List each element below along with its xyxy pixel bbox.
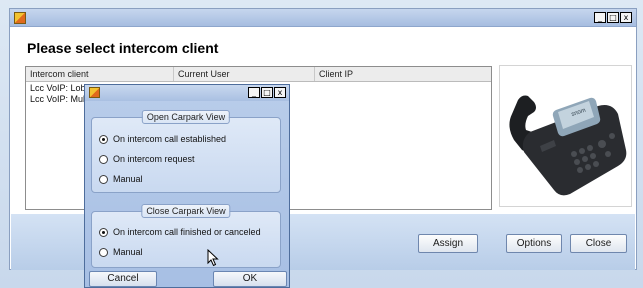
column-header-client-ip[interactable]: Client IP	[315, 67, 491, 81]
minimize-button[interactable]: _	[594, 12, 606, 23]
radio-label: On intercom call finished or canceled	[113, 227, 261, 237]
radio-open-manual[interactable]: Manual	[99, 174, 143, 184]
radio-label: Manual	[113, 174, 143, 184]
assign-button[interactable]: Assign	[418, 234, 478, 253]
column-header-intercom-client[interactable]: Intercom client	[26, 67, 174, 81]
main-window-controls: _ □ x	[594, 12, 632, 23]
app-icon	[14, 12, 26, 24]
radio-label: On intercom call established	[113, 134, 227, 144]
open-carpark-view-legend: Open Carpark View	[141, 110, 231, 124]
cell-intercom-client: Lcc VoIP: Mul	[30, 94, 86, 104]
radio-button-icon[interactable]	[99, 227, 108, 237]
table-row[interactable]: Lcc VoIP: Mul	[26, 94, 85, 105]
radio-button-icon[interactable]	[99, 247, 108, 257]
close-window-button[interactable]: x	[620, 12, 632, 23]
dialog-maximize-button[interactable]: □	[261, 87, 273, 98]
page-title: Please select intercom client	[27, 40, 219, 56]
table-row[interactable]: Lcc VoIP: Lob	[26, 83, 86, 94]
column-header-current-user[interactable]: Current User	[174, 67, 315, 81]
open-carpark-view-group: Open Carpark View On intercom call estab…	[91, 110, 281, 193]
desk-phone-icon: snom	[499, 65, 632, 207]
close-carpark-view-legend: Close Carpark View	[141, 204, 231, 218]
radio-close-on-call-finished[interactable]: On intercom call finished or canceled	[99, 227, 261, 237]
radio-close-manual[interactable]: Manual	[99, 247, 143, 257]
radio-button-icon[interactable]	[99, 154, 108, 164]
carpark-view-options-dialog: _ □ x Open Carpark View On intercom call…	[84, 84, 290, 288]
options-button[interactable]: Options	[506, 234, 562, 253]
radio-label: On intercom request	[113, 154, 195, 164]
dialog-window-controls: _ □ x	[248, 87, 286, 98]
cancel-button[interactable]: Cancel	[89, 271, 157, 287]
radio-open-on-intercom-request[interactable]: On intercom request	[99, 154, 195, 164]
dialog-app-icon	[89, 87, 100, 98]
mouse-cursor-icon	[207, 249, 219, 267]
list-header: Intercom client Current User Client IP	[26, 67, 491, 82]
cell-intercom-client: Lcc VoIP: Lob	[30, 83, 86, 93]
dialog-title-bar[interactable]: _ □ x	[85, 85, 289, 101]
close-carpark-view-group: Close Carpark View On intercom call fini…	[91, 204, 281, 268]
radio-button-icon[interactable]	[99, 174, 108, 184]
radio-label: Manual	[113, 247, 143, 257]
ok-button[interactable]: OK	[213, 271, 287, 287]
maximize-button[interactable]: □	[607, 12, 619, 23]
radio-button-icon[interactable]	[99, 134, 108, 144]
main-title-bar[interactable]: _ □ x	[10, 9, 636, 27]
close-button[interactable]: Close	[570, 234, 627, 253]
dialog-minimize-button[interactable]: _	[248, 87, 260, 98]
radio-open-on-call-established[interactable]: On intercom call established	[99, 134, 226, 144]
dialog-close-button[interactable]: x	[274, 87, 286, 98]
